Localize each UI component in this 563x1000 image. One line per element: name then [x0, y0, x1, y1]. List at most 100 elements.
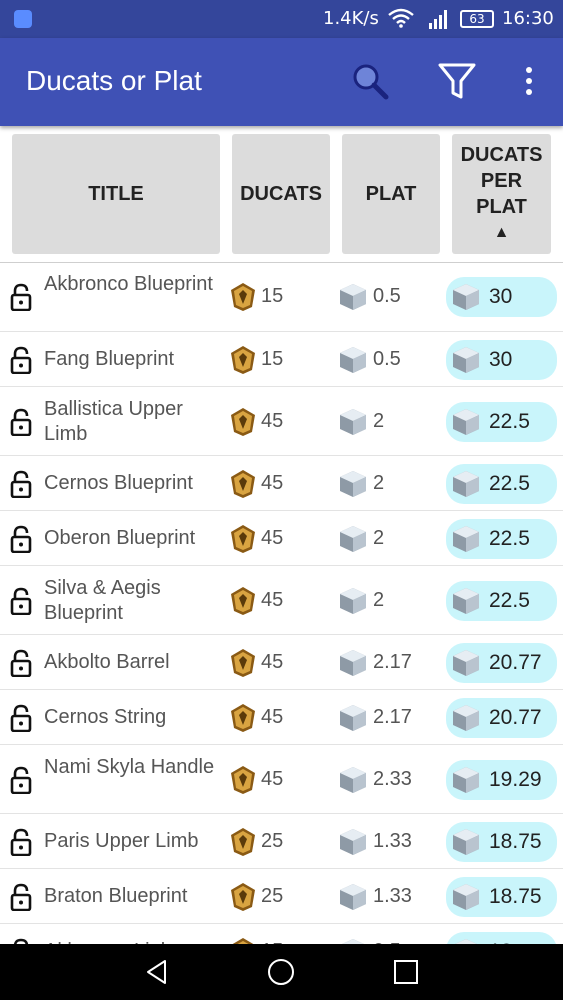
recents-icon[interactable] — [392, 958, 420, 986]
lock-icon[interactable] — [10, 649, 32, 677]
list-item[interactable]: Akbolto Barrel 45 2.17 20.77 — [0, 635, 563, 690]
ducat-plat-icon — [450, 648, 482, 678]
item-title: Oberon Blueprint — [44, 527, 196, 549]
ratio-badge: 20.77 — [446, 697, 557, 738]
item-ducats: 45 — [261, 650, 284, 673]
ducat-icon — [230, 524, 256, 554]
ducat-icon — [230, 282, 256, 312]
item-ducats: 45 — [261, 767, 284, 790]
lock-icon[interactable] — [10, 766, 32, 794]
more-vert-icon[interactable] — [508, 60, 550, 102]
list-item[interactable]: Silva & Aegis Blueprint 45 2 22.5 — [0, 566, 563, 635]
item-ratio: 30 — [489, 347, 513, 371]
ducat-icon — [230, 586, 256, 616]
column-header-plat[interactable]: PLAT — [342, 134, 440, 254]
ratio-badge: 30 — [446, 277, 557, 317]
item-list[interactable]: Akbronco Blueprint 15 0.5 30 Fang Blueprint 1… — [0, 262, 563, 944]
sort-ascending-icon: ▲ — [493, 224, 510, 241]
location-icon — [14, 10, 32, 28]
list-item[interactable]: Akbronco Link150.518 — [0, 924, 563, 944]
ratio-badge: 20.77 — [446, 642, 557, 683]
platinum-icon — [337, 524, 369, 554]
ducat-plat-icon — [450, 703, 482, 733]
lock-icon[interactable] — [10, 704, 32, 732]
item-plat: 2 — [373, 471, 385, 494]
item-ratio: 22.5 — [489, 526, 530, 550]
lock-icon[interactable] — [10, 525, 32, 553]
column-header-title[interactable]: TITLE — [12, 134, 220, 254]
filter-icon[interactable] — [436, 60, 478, 102]
column-header-ducats-per-plat[interactable]: DUCATS PER PLAT ▲ — [452, 134, 551, 254]
ratio-badge: 18.75 — [446, 821, 557, 862]
clock: 16:30 — [502, 8, 554, 29]
ducat-icon — [230, 827, 256, 857]
list-item[interactable]: Nami Skyla Handle 45 2.33 19.29 — [0, 745, 563, 814]
ducat-icon — [230, 765, 256, 795]
item-plat: 2 — [373, 526, 385, 549]
ducat-plat-icon — [450, 937, 482, 944]
wifi-icon — [388, 8, 414, 28]
ducat-plat-icon — [450, 882, 482, 912]
app-title: Ducats or Plat — [26, 65, 202, 96]
ducat-plat-icon — [450, 345, 482, 375]
item-title: Cernos Blueprint — [44, 472, 193, 494]
item-ducats: 25 — [261, 829, 284, 852]
item-ratio: 22.5 — [489, 409, 530, 433]
navigation-bar — [0, 944, 563, 1000]
list-item[interactable]: Cernos Blueprint 45 2 22.5 — [0, 456, 563, 511]
ducat-plat-icon — [450, 827, 482, 857]
column-header-title-label: TITLE — [88, 183, 144, 205]
column-header-plat-label: PLAT — [365, 183, 417, 205]
lock-icon[interactable] — [10, 408, 32, 436]
ratio-badge: 18 — [446, 931, 557, 944]
item-ducats: 45 — [261, 409, 284, 432]
item-ducats: 15 — [261, 285, 284, 307]
item-title: Braton Blueprint — [44, 885, 188, 907]
item-plat: 2 — [373, 409, 385, 432]
item-ducats: 15 — [261, 347, 284, 370]
back-icon[interactable] — [143, 958, 171, 986]
item-title: Akbronco Blueprint — [44, 273, 213, 295]
list-item[interactable]: Paris Upper Limb 25 1.33 18.75 — [0, 814, 563, 869]
ducat-plat-icon — [450, 469, 482, 499]
signal-icon — [429, 10, 447, 29]
search-icon[interactable] — [349, 60, 391, 102]
lock-icon[interactable] — [10, 470, 32, 498]
item-plat: 2.17 — [373, 650, 412, 673]
list-item[interactable]: Ballistica Upper Limb 45 2 22.5 — [0, 387, 563, 456]
item-ducats: 45 — [261, 705, 284, 728]
ducat-plat-icon — [450, 524, 482, 554]
list-item[interactable]: Akbronco Blueprint 15 0.5 30 — [0, 262, 563, 332]
ratio-badge: 22.5 — [446, 580, 557, 621]
column-header-ducats[interactable]: DUCATS — [232, 134, 330, 254]
list-item[interactable]: Cernos String 45 2.17 20.77 — [0, 690, 563, 745]
app-bar: Ducats or Plat — [0, 38, 563, 126]
lock-icon[interactable] — [10, 828, 32, 856]
item-title: Akbolto Barrel — [44, 651, 170, 673]
platinum-icon — [337, 407, 369, 437]
item-ratio: 18.75 — [489, 884, 542, 908]
column-header-dpp-line3: PLAT — [476, 196, 527, 218]
lock-icon[interactable] — [10, 283, 32, 312]
platinum-icon — [337, 765, 369, 795]
lock-icon[interactable] — [10, 883, 32, 911]
list-item[interactable]: Braton Blueprint 25 1.33 18.75 — [0, 869, 563, 924]
item-plat: 1.33 — [373, 884, 412, 907]
item-title: Silva & Aegis Blueprint — [44, 576, 161, 624]
platinum-icon — [337, 937, 369, 944]
item-ratio: 20.77 — [489, 650, 542, 674]
item-ducats: 45 — [261, 588, 284, 611]
item-title: Fang Blueprint — [44, 348, 175, 370]
ducat-plat-icon — [450, 407, 482, 437]
lock-icon[interactable] — [10, 346, 32, 374]
item-ratio: 18.75 — [489, 829, 542, 853]
platinum-icon — [337, 345, 369, 375]
list-item[interactable]: Oberon Blueprint 45 2 22.5 — [0, 511, 563, 566]
ratio-badge: 19.29 — [446, 759, 557, 800]
home-icon[interactable] — [267, 958, 295, 986]
ratio-badge: 18.75 — [446, 876, 557, 917]
table-header: TITLE DUCATS PLAT DUCATS PER PLAT ▲ — [0, 126, 563, 263]
item-plat: 2.17 — [373, 705, 412, 728]
list-item[interactable]: Fang Blueprint 15 0.5 30 — [0, 332, 563, 387]
lock-icon[interactable] — [10, 587, 32, 615]
